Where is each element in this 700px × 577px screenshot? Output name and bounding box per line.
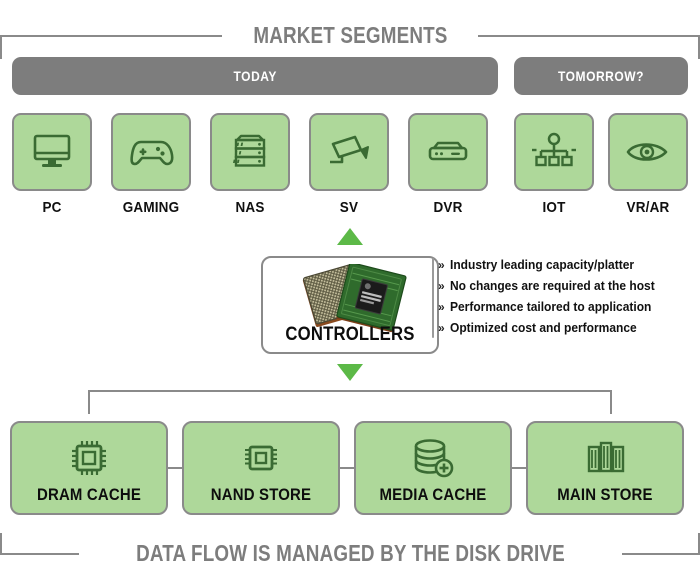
storage-card-dram-cache[interactable]: DRAM CACHE (10, 421, 168, 515)
storage-card-nand-store[interactable]: NAND STORE (182, 421, 340, 515)
network-tree-icon (532, 132, 576, 167)
list-item-label: Performance tailored to application (449, 300, 652, 314)
segment-tile (608, 113, 688, 191)
segment-card-nas[interactable]: NAS (210, 113, 290, 216)
data-flow-bracket: DATA FLOW IS MANAGED BY THE DISK DRIVE (0, 532, 700, 567)
segment-label: IOT (542, 199, 566, 216)
database-plus-icon (414, 439, 454, 478)
segment-label: NAS (235, 199, 265, 216)
bullet-marker-icon: » (438, 300, 445, 314)
cpu-chip-icon (72, 441, 106, 475)
bullet-list-rule (432, 258, 434, 338)
storage-label: NAND STORE (210, 485, 312, 504)
group-bar-tomorrow-label: TOMORROW? (557, 68, 645, 84)
disk-platters-icon (587, 441, 625, 473)
footer-bracket-line-right (621, 532, 700, 555)
segment-label: PC (42, 199, 62, 216)
group-bar-today[interactable]: TODAY (12, 57, 498, 95)
storage-icon-slot (184, 434, 338, 482)
monitor-icon (33, 134, 71, 167)
list-item-label: Industry leading capacity/platter (449, 258, 634, 272)
diagram-canvas: MARKET SEGMENTS TODAY TOMORROW? PC GAMIN… (0, 0, 700, 577)
segment-tile (210, 113, 290, 191)
segment-tile (309, 113, 389, 191)
page-title: MARKET SEGMENTS (252, 22, 448, 48)
bracket-line-left (0, 34, 222, 59)
bullet-marker-icon: » (438, 321, 445, 335)
list-item-label: Optimized cost and performance (449, 321, 637, 335)
storage-card-main-store[interactable]: MAIN STORE (526, 421, 684, 515)
footer-title: DATA FLOW IS MANAGED BY THE DISK DRIVE (135, 540, 565, 566)
segment-label: VR/AR (626, 199, 670, 216)
list-item-label: No changes are required at the host (449, 279, 655, 293)
server-rack-icon (232, 134, 266, 167)
gamepad-icon (130, 140, 174, 166)
storage-label: DRAM CACHE (36, 485, 141, 504)
controllers-card[interactable]: CONTROLLERS (261, 256, 439, 354)
storage-icon-slot (528, 434, 682, 482)
segment-label: GAMING (122, 199, 180, 216)
storage-card-media-cache[interactable]: MEDIA CACHE (354, 421, 512, 515)
segment-label: SV (339, 199, 359, 216)
segment-tile (111, 113, 191, 191)
segment-card-vr-ar[interactable]: VR/AR (608, 113, 688, 216)
storage-label: MEDIA CACHE (379, 485, 487, 504)
bullet-marker-icon: » (438, 258, 445, 272)
segment-tile (12, 113, 92, 191)
arrow-down-to-storage (337, 364, 363, 381)
segment-card-sv[interactable]: SV (309, 113, 389, 216)
bracket-line-right (478, 34, 700, 59)
segment-card-iot[interactable]: IOT (514, 113, 594, 216)
eye-icon (626, 143, 668, 161)
memory-chip-icon (245, 445, 277, 471)
segment-card-gaming[interactable]: GAMING (111, 113, 191, 216)
segment-card-dvr[interactable]: DVR (408, 113, 488, 216)
list-item: » Optimized cost and performance (438, 321, 688, 335)
segment-card-pc[interactable]: PC (12, 113, 92, 216)
controllers-label: CONTROLLERS (285, 324, 415, 345)
segment-tile (408, 113, 488, 191)
bullet-marker-icon: » (438, 279, 445, 293)
segment-tile (514, 113, 594, 191)
controllers-benefits-list: » Industry leading capacity/platter » No… (438, 258, 688, 342)
set-top-box-icon (428, 141, 468, 161)
list-item: » Performance tailored to application (438, 300, 688, 314)
list-item: » No changes are required at the host (438, 279, 688, 293)
storage-icon-slot (356, 434, 510, 482)
storage-label: MAIN STORE (557, 485, 653, 504)
list-item: » Industry leading capacity/platter (438, 258, 688, 272)
footer-bracket-line-left (0, 532, 79, 555)
storage-distribution-bracket (88, 390, 612, 414)
segment-label: DVR (433, 199, 463, 216)
group-bar-tomorrow[interactable]: TOMORROW? (514, 57, 688, 95)
group-bar-today-label: TODAY (233, 68, 277, 84)
storage-icon-slot (12, 434, 166, 482)
market-segments-bracket: MARKET SEGMENTS (0, 22, 700, 59)
security-camera-icon (330, 135, 369, 164)
arrow-up-to-segments (337, 228, 363, 245)
